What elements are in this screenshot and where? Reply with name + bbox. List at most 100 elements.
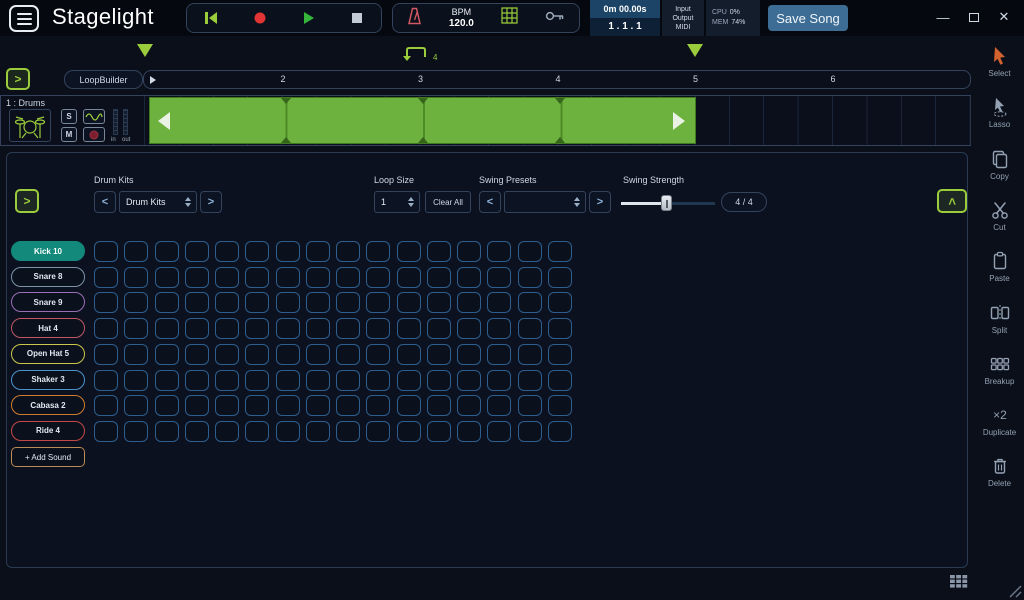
grid-snap-icon[interactable] bbox=[501, 7, 518, 29]
step-hat-4-3[interactable] bbox=[155, 318, 179, 339]
drum-kit-next-button[interactable]: > bbox=[200, 191, 222, 213]
time-display[interactable]: 0m 00.00s 1 . 1 . 1 bbox=[590, 0, 660, 36]
step-cabasa-2-5[interactable] bbox=[215, 395, 239, 416]
step-shaker-3-8[interactable] bbox=[306, 370, 330, 391]
skip-to-start-button[interactable] bbox=[191, 5, 231, 31]
step-ride-4-13[interactable] bbox=[457, 421, 481, 442]
track-instrument-button[interactable] bbox=[9, 109, 51, 142]
step-snare-8-16[interactable] bbox=[548, 267, 572, 288]
step-kick-10-15[interactable] bbox=[518, 241, 542, 262]
play-button[interactable] bbox=[288, 5, 328, 31]
step-snare-8-4[interactable] bbox=[185, 267, 209, 288]
expand-tracks-button[interactable]: > bbox=[6, 68, 30, 90]
step-snare-9-6[interactable] bbox=[245, 292, 269, 313]
step-kick-10-1[interactable] bbox=[94, 241, 118, 262]
tool-duplicate[interactable]: ×2Duplicate bbox=[975, 405, 1024, 437]
step-snare-9-15[interactable] bbox=[518, 292, 542, 313]
step-open-hat-5-12[interactable] bbox=[427, 344, 451, 365]
clip-next-arrow[interactable] bbox=[673, 112, 685, 130]
step-cabasa-2-7[interactable] bbox=[276, 395, 300, 416]
step-cabasa-2-16[interactable] bbox=[548, 395, 572, 416]
tool-select[interactable]: Select bbox=[975, 46, 1024, 78]
step-shaker-3-5[interactable] bbox=[215, 370, 239, 391]
step-open-hat-5-6[interactable] bbox=[245, 344, 269, 365]
record-arm-button[interactable] bbox=[83, 127, 105, 142]
step-ride-4-2[interactable] bbox=[124, 421, 148, 442]
step-shaker-3-6[interactable] bbox=[245, 370, 269, 391]
step-ride-4-3[interactable] bbox=[155, 421, 179, 442]
loop-size-select[interactable]: 1 bbox=[374, 191, 420, 213]
step-open-hat-5-15[interactable] bbox=[518, 344, 542, 365]
step-ride-4-4[interactable] bbox=[185, 421, 209, 442]
step-cabasa-2-13[interactable] bbox=[457, 395, 481, 416]
step-shaker-3-11[interactable] bbox=[397, 370, 421, 391]
step-kick-10-10[interactable] bbox=[366, 241, 390, 262]
save-song-button[interactable]: Save Song bbox=[768, 5, 848, 31]
step-snare-9-16[interactable] bbox=[548, 292, 572, 313]
step-shaker-3-7[interactable] bbox=[276, 370, 300, 391]
step-snare-8-2[interactable] bbox=[124, 267, 148, 288]
step-snare-8-10[interactable] bbox=[366, 267, 390, 288]
step-ride-4-12[interactable] bbox=[427, 421, 451, 442]
drum-row-snare-8[interactable]: Snare 8 bbox=[11, 267, 85, 287]
record-button[interactable] bbox=[240, 5, 280, 31]
step-shaker-3-13[interactable] bbox=[457, 370, 481, 391]
step-cabasa-2-8[interactable] bbox=[306, 395, 330, 416]
step-cabasa-2-4[interactable] bbox=[185, 395, 209, 416]
step-snare-8-6[interactable] bbox=[245, 267, 269, 288]
step-kick-10-2[interactable] bbox=[124, 241, 148, 262]
step-open-hat-5-16[interactable] bbox=[548, 344, 572, 365]
step-shaker-3-12[interactable] bbox=[427, 370, 451, 391]
drum-kits-select[interactable]: Drum Kits bbox=[119, 191, 197, 213]
step-open-hat-5-9[interactable] bbox=[336, 344, 360, 365]
step-open-hat-5-10[interactable] bbox=[366, 344, 390, 365]
drum-row-cabasa-2[interactable]: Cabasa 2 bbox=[11, 395, 85, 415]
step-hat-4-11[interactable] bbox=[397, 318, 421, 339]
step-snare-9-10[interactable] bbox=[366, 292, 390, 313]
timeline-ruler[interactable]: 23456 bbox=[143, 70, 971, 89]
step-hat-4-4[interactable] bbox=[185, 318, 209, 339]
step-snare-8-11[interactable] bbox=[397, 267, 421, 288]
step-hat-4-1[interactable] bbox=[94, 318, 118, 339]
step-snare-9-5[interactable] bbox=[215, 292, 239, 313]
step-snare-9-3[interactable] bbox=[155, 292, 179, 313]
step-snare-8-13[interactable] bbox=[457, 267, 481, 288]
drum-loop-clip[interactable] bbox=[149, 97, 696, 144]
step-ride-4-5[interactable] bbox=[215, 421, 239, 442]
step-snare-8-5[interactable] bbox=[215, 267, 239, 288]
step-shaker-3-2[interactable] bbox=[124, 370, 148, 391]
step-kick-10-9[interactable] bbox=[336, 241, 360, 262]
step-open-hat-5-5[interactable] bbox=[215, 344, 239, 365]
step-cabasa-2-14[interactable] bbox=[487, 395, 511, 416]
step-snare-9-4[interactable] bbox=[185, 292, 209, 313]
step-ride-4-14[interactable] bbox=[487, 421, 511, 442]
step-cabasa-2-3[interactable] bbox=[155, 395, 179, 416]
step-cabasa-2-1[interactable] bbox=[94, 395, 118, 416]
swing-preset-next-button[interactable]: > bbox=[589, 191, 611, 213]
loop-region-icon[interactable] bbox=[402, 45, 432, 66]
editor-collapse-button[interactable]: > bbox=[937, 189, 967, 213]
step-hat-4-6[interactable] bbox=[245, 318, 269, 339]
key-icon[interactable] bbox=[545, 9, 565, 27]
loopbuilder-button[interactable]: LoopBuilder bbox=[64, 70, 143, 89]
step-open-hat-5-14[interactable] bbox=[487, 344, 511, 365]
step-shaker-3-10[interactable] bbox=[366, 370, 390, 391]
tool-breakup[interactable]: Breakup bbox=[975, 354, 1024, 386]
step-open-hat-5-3[interactable] bbox=[155, 344, 179, 365]
step-hat-4-10[interactable] bbox=[366, 318, 390, 339]
step-open-hat-5-7[interactable] bbox=[276, 344, 300, 365]
clip-prev-arrow[interactable] bbox=[158, 112, 170, 130]
step-snare-8-9[interactable] bbox=[336, 267, 360, 288]
step-kick-10-16[interactable] bbox=[548, 241, 572, 262]
step-hat-4-2[interactable] bbox=[124, 318, 148, 339]
step-kick-10-12[interactable] bbox=[427, 241, 451, 262]
step-cabasa-2-12[interactable] bbox=[427, 395, 451, 416]
step-cabasa-2-9[interactable] bbox=[336, 395, 360, 416]
step-kick-10-7[interactable] bbox=[276, 241, 300, 262]
step-shaker-3-15[interactable] bbox=[518, 370, 542, 391]
step-shaker-3-4[interactable] bbox=[185, 370, 209, 391]
step-snare-8-12[interactable] bbox=[427, 267, 451, 288]
step-snare-8-8[interactable] bbox=[306, 267, 330, 288]
step-hat-4-9[interactable] bbox=[336, 318, 360, 339]
tool-copy[interactable]: Copy bbox=[975, 149, 1024, 181]
